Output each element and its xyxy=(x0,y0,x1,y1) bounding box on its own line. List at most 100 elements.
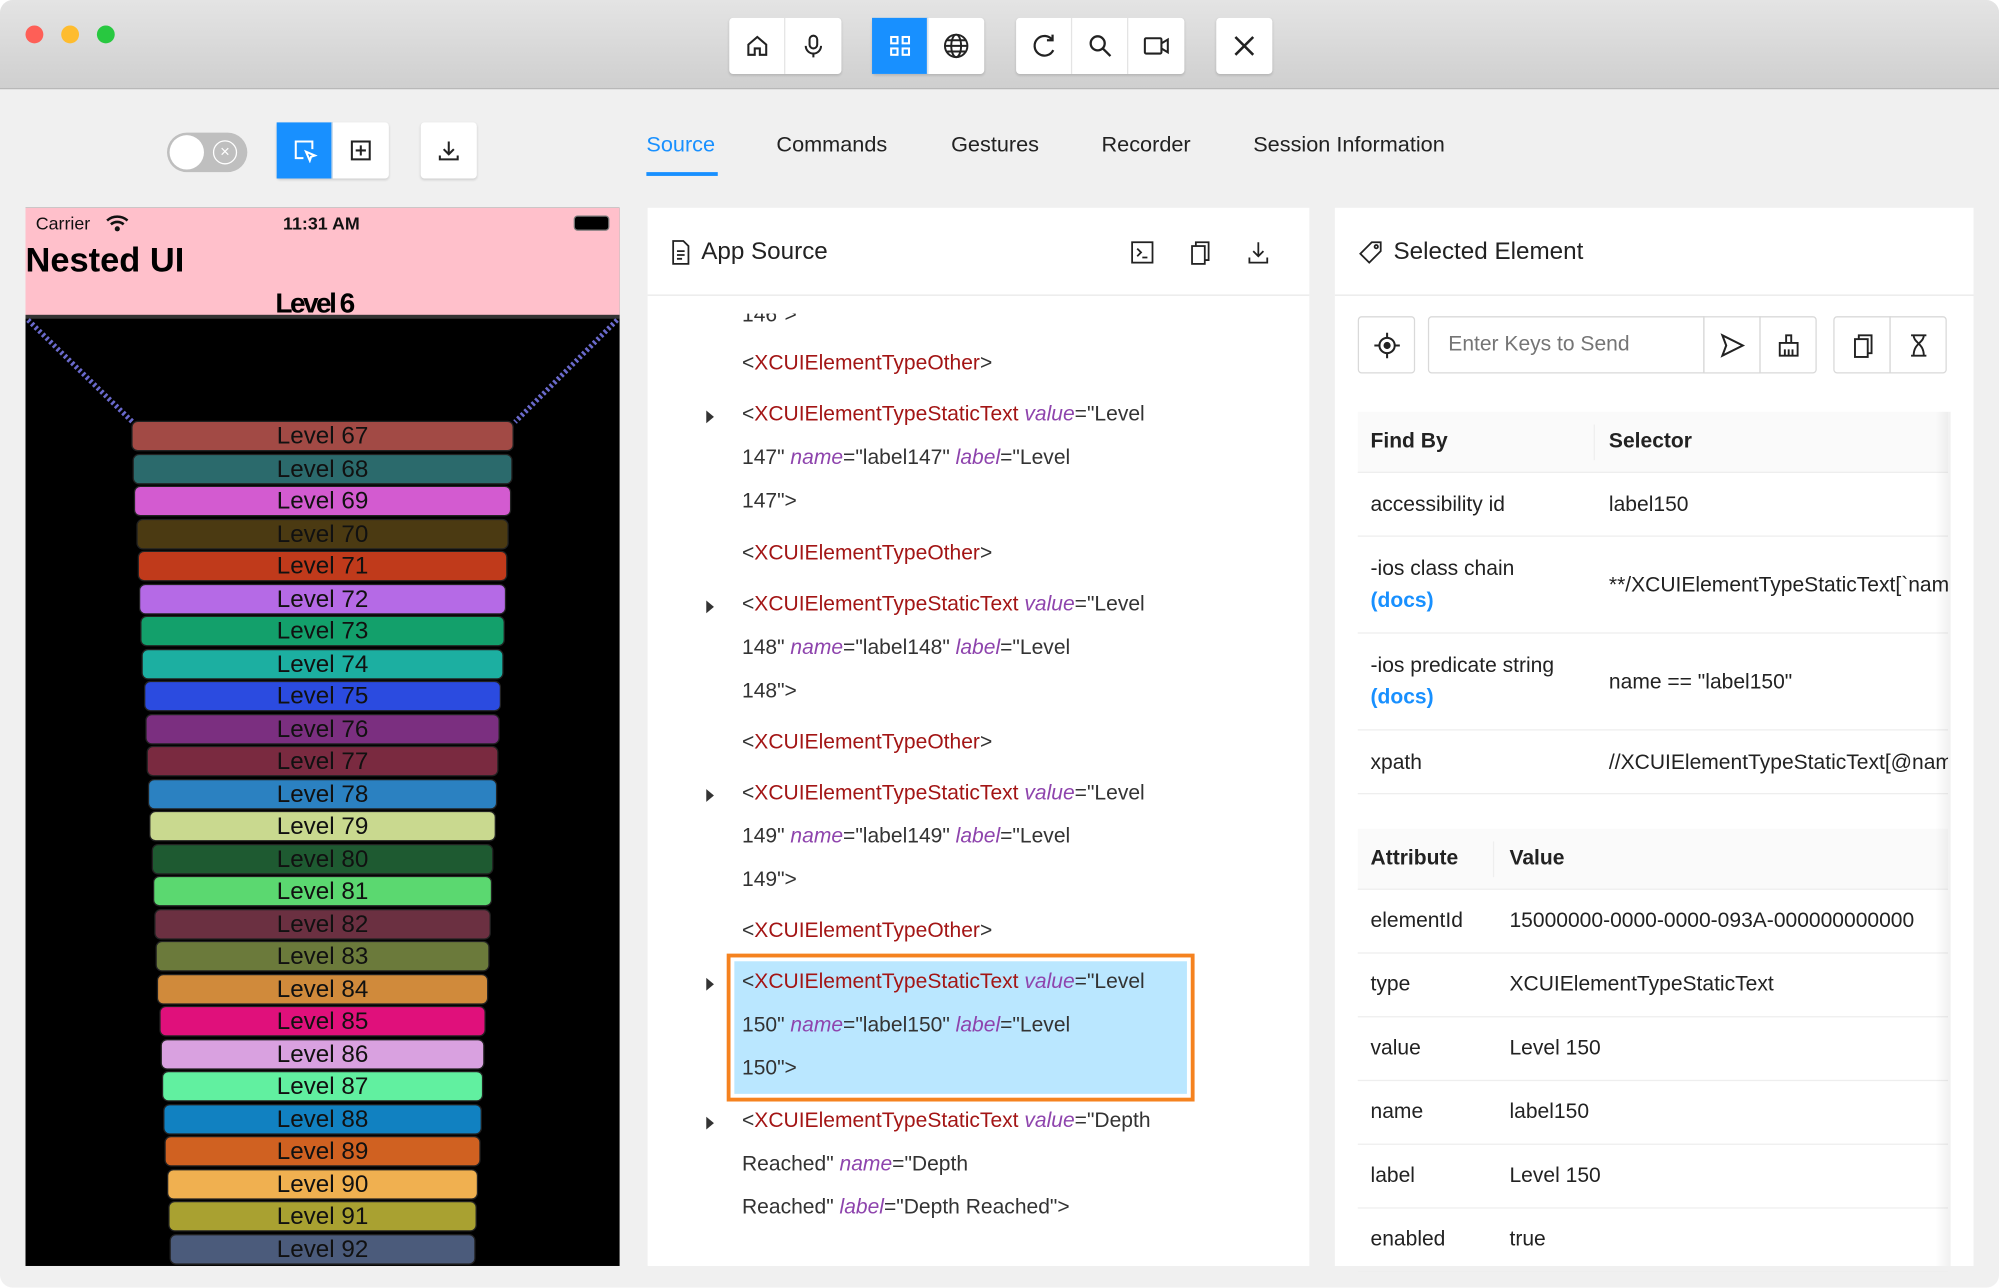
level-item[interactable]: Level 72 xyxy=(138,583,507,614)
source-node-line[interactable]: 148" name="label148" label="Level xyxy=(742,636,1070,660)
source-node-line[interactable]: Reached" label="Depth Reached"> xyxy=(742,1196,1070,1220)
attr-name: value xyxy=(1024,970,1075,994)
level-item[interactable]: Level 67 xyxy=(131,420,514,452)
level-item[interactable]: Level 75 xyxy=(143,680,502,712)
native-app-mode-button[interactable] xyxy=(872,17,929,74)
source-node-line[interactable]: <XCUIElementTypeStaticText value="Level xyxy=(742,593,1145,617)
minimize-window-button[interactable] xyxy=(61,25,80,44)
search-icon xyxy=(1088,35,1111,57)
level-item[interactable]: Level 68 xyxy=(132,453,513,484)
record-button[interactable] xyxy=(1128,18,1184,74)
level-item[interactable]: Level 87 xyxy=(161,1070,484,1102)
source-node-line[interactable]: 149" name="label149" label="Level xyxy=(742,825,1070,849)
source-node-line[interactable]: <XCUIElementTypeStaticText value="Level xyxy=(742,782,1145,806)
tab-gestures[interactable]: Gestures xyxy=(951,133,1039,158)
level-item[interactable]: Level 82 xyxy=(154,908,491,939)
source-node-line[interactable]: <XCUIElementTypeStaticText value="Level xyxy=(742,403,1145,427)
level-item[interactable]: Level 77 xyxy=(146,745,499,777)
web-mode-button[interactable] xyxy=(928,18,984,74)
search-button[interactable] xyxy=(1072,17,1129,74)
source-node-line[interactable]: 148"> xyxy=(742,680,797,704)
level-item[interactable]: Level 81 xyxy=(152,875,493,907)
source-node-line[interactable]: 147"> xyxy=(742,490,797,514)
terminal-icon[interactable] xyxy=(1130,240,1155,265)
tag-name: XCUIElementTypeStaticText xyxy=(754,781,1019,805)
tap-coordinates-button[interactable] xyxy=(333,122,389,178)
send-keys-button[interactable] xyxy=(1703,316,1761,374)
source-node-other[interactable]: <XCUIElementTypeOther> xyxy=(742,731,992,755)
source-node-other[interactable]: <XCUIElementTypeOther> xyxy=(742,919,992,943)
refresh-button[interactable] xyxy=(1016,17,1073,74)
tab-source[interactable]: Source xyxy=(646,133,715,158)
selector-value[interactable]: **/XCUIElementTypeStaticText[`name == "l… xyxy=(1609,574,1948,598)
expand-arrow-icon[interactable] xyxy=(706,789,714,802)
level-item[interactable]: Level 70 xyxy=(135,518,510,549)
selector-value[interactable]: label150 xyxy=(1609,493,1689,517)
device-screenshot[interactable]: Carrier 11:31 AM Nested UI Level 6 Level… xyxy=(25,207,620,1266)
expand-arrow-icon[interactable] xyxy=(706,1116,714,1130)
level-item[interactable]: Level 86 xyxy=(160,1038,485,1070)
download-screenshot-button[interactable] xyxy=(421,122,477,178)
grid-icon xyxy=(889,35,910,56)
level-item[interactable]: Level 69 xyxy=(134,485,511,517)
source-node-line[interactable]: 147" name="label147" label="Level xyxy=(742,446,1070,470)
docs-link[interactable]: (docs) xyxy=(1371,686,1434,710)
expand-arrow-icon[interactable] xyxy=(706,977,714,991)
copy-attributes-button[interactable] xyxy=(1833,316,1891,374)
get-timing-button[interactable] xyxy=(1889,316,1947,374)
copy-icon[interactable] xyxy=(1187,240,1212,265)
source-node-other[interactable]: <XCUIElementTypeOther> xyxy=(742,542,992,566)
siri-button[interactable] xyxy=(785,18,841,74)
close-window-button[interactable] xyxy=(25,25,44,44)
level-item[interactable]: Level 83 xyxy=(155,940,490,972)
level-item[interactable]: Level 80 xyxy=(151,843,494,874)
level-item[interactable]: Level 74 xyxy=(142,648,504,679)
table-row: -ios class chain (docs) **/XCUIElementTy… xyxy=(1357,537,1949,634)
tab-session-information[interactable]: Session Information xyxy=(1253,133,1445,158)
level-item[interactable]: Level 73 xyxy=(140,615,505,647)
download-icon[interactable] xyxy=(1246,240,1271,265)
quit-session-button[interactable] xyxy=(1216,18,1272,74)
expand-arrow-icon[interactable] xyxy=(706,600,714,614)
punct: < xyxy=(741,402,755,426)
expand-arrow-icon[interactable] xyxy=(706,410,714,424)
clear-button[interactable] xyxy=(1759,316,1817,374)
level-item[interactable]: Level 92 xyxy=(169,1233,476,1265)
level-item[interactable]: Level 91 xyxy=(168,1200,478,1232)
source-node-line[interactable]: Reached" name="Depth xyxy=(742,1153,968,1177)
send-keys-input[interactable] xyxy=(1427,316,1705,374)
source-node-line[interactable]: 149"> xyxy=(742,868,797,892)
selector-value[interactable]: name == "label150" xyxy=(1609,671,1792,695)
level-item[interactable]: Level 88 xyxy=(163,1103,482,1135)
attr-value: "Level xyxy=(1086,970,1145,994)
microphone-icon xyxy=(804,34,823,58)
home-button[interactable] xyxy=(729,17,786,74)
level-item[interactable]: Level 78 xyxy=(148,778,497,809)
select-elements-button[interactable] xyxy=(276,122,333,179)
attribute-name: name xyxy=(1370,1100,1424,1124)
source-node-line[interactable]: 150"> xyxy=(742,1057,797,1081)
show-attributes-toggle[interactable]: × xyxy=(167,132,248,173)
level-item[interactable]: Level 76 xyxy=(145,713,500,744)
zoom-window-button[interactable] xyxy=(96,25,115,44)
tap-element-button[interactable] xyxy=(1357,316,1416,374)
docs-link[interactable]: (docs) xyxy=(1371,589,1434,613)
level-item[interactable]: Level 89 xyxy=(164,1135,481,1167)
source-node-other[interactable]: <XCUIElementTypeOther> xyxy=(742,352,992,376)
selector-value[interactable]: //XCUIElementTypeStaticText[@name="label… xyxy=(1609,751,1948,775)
level-item[interactable]: Level 90 xyxy=(166,1168,479,1200)
source-node-line[interactable]: <XCUIElementTypeStaticText value="Depth xyxy=(742,1109,1151,1133)
source-node-line[interactable]: <XCUIElementTypeStaticText value="Level xyxy=(742,970,1145,994)
tab-recorder[interactable]: Recorder xyxy=(1102,133,1191,158)
find-strategy: -ios class chain xyxy=(1370,557,1515,581)
attr-name: value xyxy=(1024,592,1075,616)
toggle-knob xyxy=(169,135,204,170)
app-source-title: App Source xyxy=(701,238,828,266)
source-node-line[interactable]: 150" name="label150" label="Level xyxy=(742,1014,1070,1038)
attribute-row: name label150 xyxy=(1357,1081,1949,1145)
level-item[interactable]: Level 71 xyxy=(137,550,508,582)
level-item[interactable]: Level 79 xyxy=(149,810,496,842)
level-item[interactable]: Level 85 xyxy=(158,1005,487,1037)
level-item[interactable]: Level 84 xyxy=(157,973,488,1004)
tab-commands[interactable]: Commands xyxy=(776,133,887,158)
